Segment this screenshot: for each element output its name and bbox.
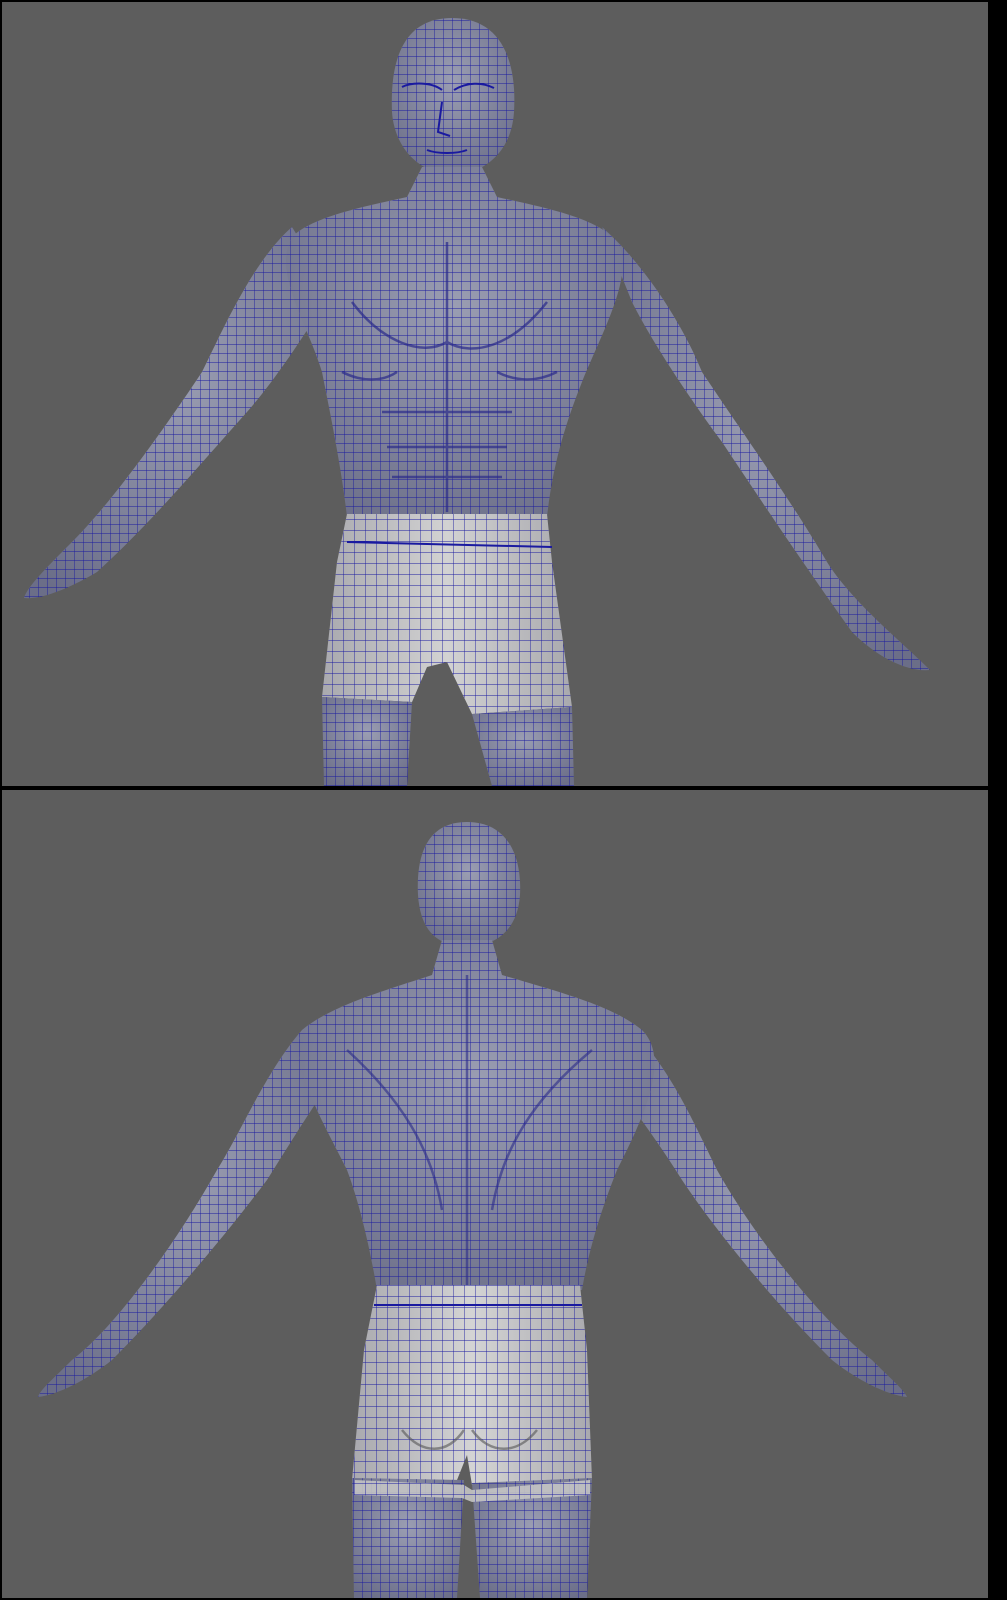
viewport-front[interactable] — [2, 2, 988, 786]
viewport-back[interactable] — [2, 790, 988, 1598]
back-model-svg — [38, 822, 907, 1598]
back-body — [38, 822, 907, 1598]
front-body — [24, 18, 930, 786]
front-model-svg — [24, 18, 930, 786]
image-sheet — [0, 0, 1007, 1600]
